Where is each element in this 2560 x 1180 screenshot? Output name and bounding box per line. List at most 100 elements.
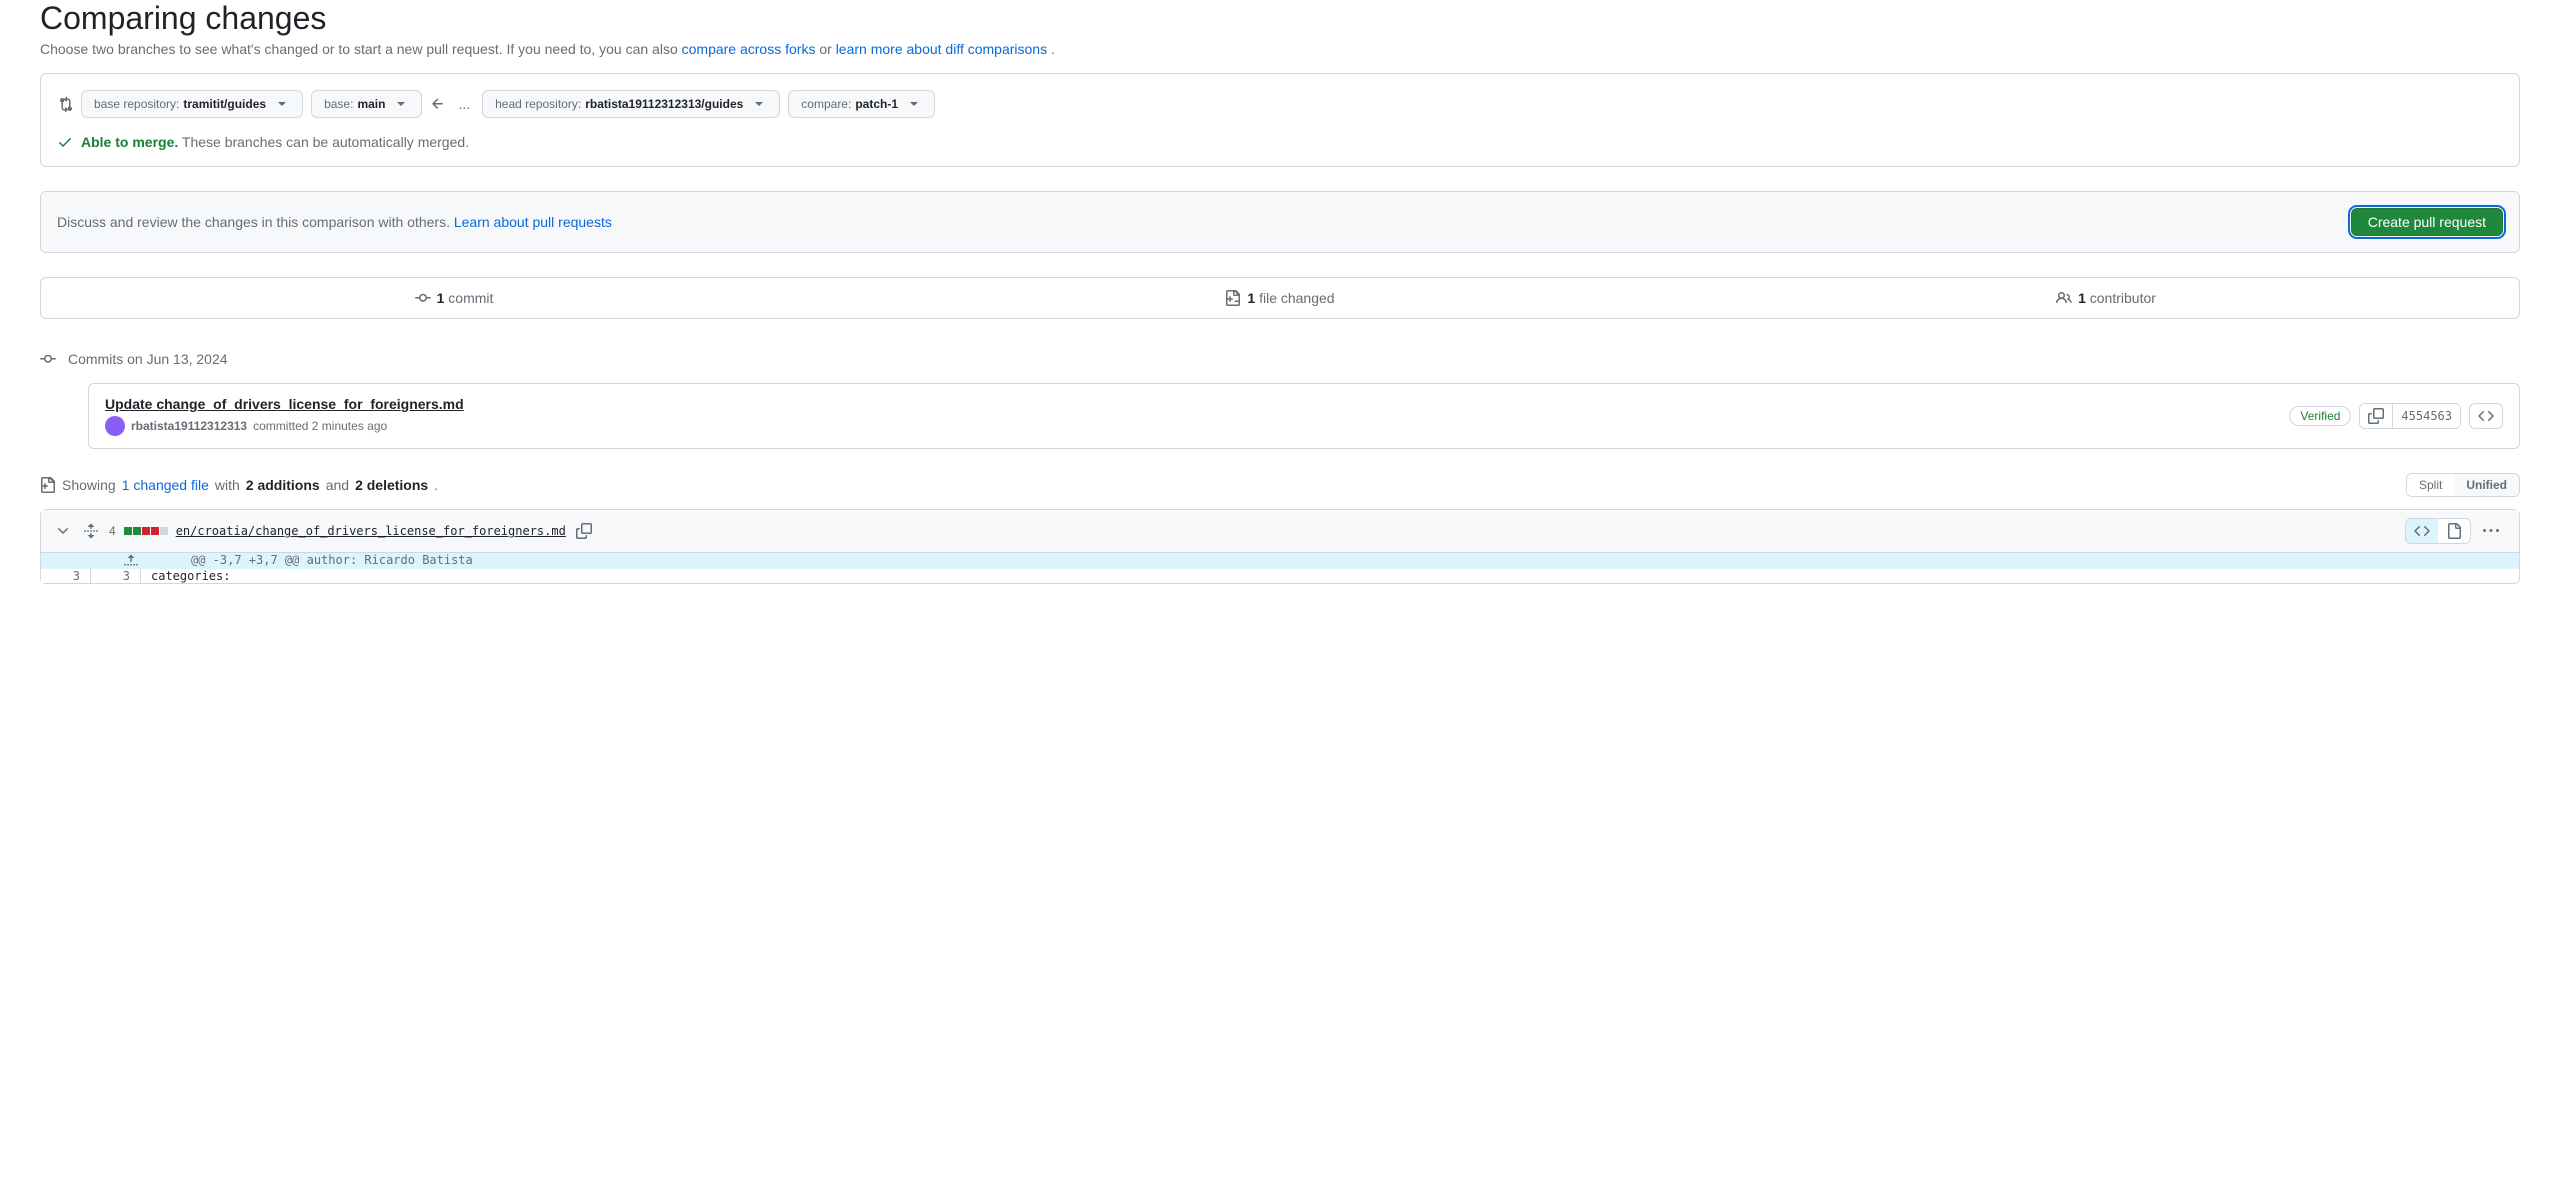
compare-box: base repository: tramitit/guides base: m… xyxy=(40,73,2520,167)
check-icon xyxy=(57,134,73,150)
split-view-button[interactable]: Split xyxy=(2407,474,2454,496)
copy-path-button[interactable] xyxy=(574,521,594,541)
learn-pr-link[interactable]: Learn about pull requests xyxy=(454,214,612,230)
merge-status: Able to merge. These branches can be aut… xyxy=(57,134,2503,150)
diff-summary-left: Showing 1 changed file with 2 additions … xyxy=(40,477,438,493)
compare-branch-selector[interactable]: compare: patch-1 xyxy=(788,90,935,118)
contributors-count: 1 xyxy=(2078,290,2086,306)
commits-stat[interactable]: 1 commit xyxy=(41,278,867,318)
rich-diff-button[interactable] xyxy=(2438,519,2470,543)
file-diff-icon xyxy=(40,477,56,493)
head-repo-selector[interactable]: head repository: rbatista19112312313/gui… xyxy=(482,90,780,118)
showing-text: Showing xyxy=(62,477,116,493)
copy-icon xyxy=(576,523,592,539)
file-header-right xyxy=(2405,518,2507,544)
collapse-file-button[interactable] xyxy=(53,521,73,541)
head-repo-value: rbatista19112312313/guides xyxy=(585,97,743,111)
stats-bar: 1 commit 1 file changed 1 contributor xyxy=(40,277,2520,319)
base-branch-selector[interactable]: base: main xyxy=(311,90,422,118)
base-repo-selector[interactable]: base repository: tramitit/guides xyxy=(81,90,303,118)
compare-value: patch-1 xyxy=(855,97,898,111)
with-text: with xyxy=(215,477,240,493)
discuss-box: Discuss and review the changes in this c… xyxy=(40,191,2520,253)
expand-all-button[interactable] xyxy=(81,521,101,541)
view-toggle: Split Unified xyxy=(2406,473,2520,497)
diff-count: 4 xyxy=(109,524,116,538)
git-compare-icon xyxy=(57,96,73,112)
diff-view-toggle xyxy=(2405,518,2471,544)
page-subtitle: Choose two branches to see what's change… xyxy=(40,41,2520,57)
view-code-button[interactable] xyxy=(2469,403,2503,429)
file-menu-button[interactable] xyxy=(2475,519,2507,543)
commit-actions: Verified 4554563 xyxy=(2289,403,2503,429)
merge-detail-text: These branches can be automatically merg… xyxy=(182,134,469,150)
code-icon xyxy=(2414,523,2430,539)
hunk-header: @@ -3,7 +3,7 @@ author: Ricardo Batista xyxy=(41,553,2519,569)
copy-icon xyxy=(2368,408,2384,424)
and-text: and xyxy=(326,477,349,493)
sha-link[interactable]: 4554563 xyxy=(2393,405,2460,427)
expand-up-button[interactable] xyxy=(81,553,181,569)
diff-square-neutral xyxy=(160,527,168,535)
base-value: main xyxy=(357,97,385,111)
kebab-icon xyxy=(2483,523,2499,539)
additions-text: 2 additions xyxy=(246,477,320,493)
caret-down-icon xyxy=(274,96,290,112)
commit-row: Update change_of_drivers_license_for_for… xyxy=(88,383,2520,449)
diff-summary: Showing 1 changed file with 2 additions … xyxy=(40,473,2520,497)
discuss-text: Discuss and review the changes in this c… xyxy=(57,214,612,230)
copy-sha-button[interactable] xyxy=(2360,404,2393,428)
line-num-new[interactable]: 3 xyxy=(91,569,141,583)
people-icon xyxy=(2056,290,2072,306)
changed-file-link[interactable]: 1 changed file xyxy=(122,477,209,493)
source-diff-button[interactable] xyxy=(2406,519,2438,543)
diff-line: 3 3 categories: xyxy=(41,569,2519,583)
commit-title[interactable]: Update change_of_drivers_license_for_for… xyxy=(105,396,464,412)
chevron-down-icon xyxy=(55,523,71,539)
create-pull-request-button[interactable]: Create pull request xyxy=(2351,208,2503,236)
caret-down-icon xyxy=(393,96,409,112)
fold-up-icon xyxy=(123,553,139,569)
commits-date-text: Commits on Jun 13, 2024 xyxy=(68,351,228,367)
compare-across-forks-link[interactable]: compare across forks xyxy=(682,41,816,57)
file-diff-icon xyxy=(1225,290,1241,306)
page-title: Comparing changes xyxy=(40,0,2520,37)
commit-meta: rbatista19112312313 committed 2 minutes … xyxy=(105,416,464,436)
base-repo-value: tramitit/guides xyxy=(183,97,266,111)
sha-group: 4554563 xyxy=(2359,403,2461,429)
diff-square-add xyxy=(133,527,141,535)
files-stat[interactable]: 1 file changed xyxy=(867,278,1693,318)
file-path[interactable]: en/croatia/change_of_drivers_license_for… xyxy=(176,524,566,538)
caret-down-icon xyxy=(751,96,767,112)
subtitle-text: Choose two branches to see what's change… xyxy=(40,41,682,57)
avatar[interactable] xyxy=(105,416,125,436)
unfold-icon xyxy=(83,523,99,539)
commit-author-link[interactable]: rbatista19112312313 xyxy=(131,419,247,433)
files-label: file changed xyxy=(1255,290,1334,306)
branch-selectors: base repository: tramitit/guides base: m… xyxy=(57,90,2503,118)
file-icon xyxy=(2446,523,2462,539)
period-text: . xyxy=(434,477,438,493)
merge-able-text: Able to merge. xyxy=(81,134,178,150)
hunk-text: @@ -3,7 +3,7 @@ author: Ricardo Batista xyxy=(181,553,473,569)
diff-square-add xyxy=(124,527,132,535)
contributors-stat[interactable]: 1 contributor xyxy=(1693,278,2519,318)
line-num-old[interactable]: 3 xyxy=(41,569,91,583)
diff-squares xyxy=(124,527,168,535)
compare-label: compare: xyxy=(801,97,851,111)
contributors-label: contributor xyxy=(2086,290,2156,306)
verified-badge[interactable]: Verified xyxy=(2289,406,2351,426)
file-diff: 4 en/croatia/change_of_drivers_license_f… xyxy=(40,509,2520,584)
head-repo-label: head repository: xyxy=(495,97,581,111)
base-repo-label: base repository: xyxy=(94,97,179,111)
subtitle-post: . xyxy=(1051,41,1055,57)
caret-down-icon xyxy=(906,96,922,112)
base-label: base: xyxy=(324,97,353,111)
commits-date-header: Commits on Jun 13, 2024 xyxy=(40,343,2520,375)
diff-content: @@ -3,7 +3,7 @@ author: Ricardo Batista … xyxy=(41,553,2519,583)
commit-icon xyxy=(415,290,431,306)
file-header: 4 en/croatia/change_of_drivers_license_f… xyxy=(41,510,2519,553)
learn-more-link[interactable]: learn more about diff comparisons xyxy=(836,41,1047,57)
unified-view-button[interactable]: Unified xyxy=(2454,474,2519,496)
diff-square-del xyxy=(151,527,159,535)
